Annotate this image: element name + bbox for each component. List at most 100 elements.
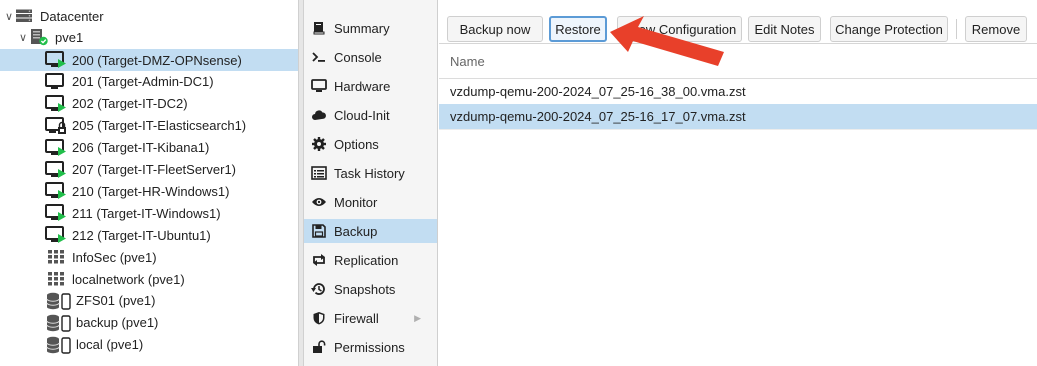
tree-item[interactable]: ZFS01 (pve1) — [0, 290, 298, 312]
change-protection-button[interactable]: Change Protection — [830, 16, 948, 42]
nav-item-monitor[interactable]: Monitor — [304, 190, 437, 214]
tree-item[interactable]: 211 (Target-IT-Windows1) — [0, 202, 298, 224]
vm-running-icon — [45, 226, 67, 244]
vm-locked-icon — [45, 116, 67, 135]
edit-notes-button[interactable]: Edit Notes — [748, 16, 821, 42]
nav-item-label: Backup — [334, 223, 378, 239]
tree-row-datacenter[interactable]: ∨ Datacenter — [0, 5, 298, 27]
resource-tree: ∨ Datacenter ∨ pve1 200 (Target-DMZ-OPNs… — [0, 0, 298, 366]
eye-icon — [311, 194, 327, 210]
nav-item-label: Options — [334, 136, 379, 152]
column-header-name[interactable]: Name — [450, 54, 485, 69]
nav-item-permissions[interactable]: Permissions — [304, 335, 437, 359]
tree-item-label: localnetwork (pve1) — [72, 271, 185, 287]
tree-item-label: 210 (Target-HR-Windows1) — [72, 183, 230, 199]
tree-item[interactable]: 212 (Target-IT-Ubuntu1) — [0, 224, 298, 246]
nav-item-firewall[interactable]: Firewall ▶ — [304, 306, 437, 330]
cloud-icon — [311, 107, 327, 123]
backup-file-name: vzdump-qemu-200-2024_07_25-16_17_07.vma.… — [450, 109, 746, 124]
tree-item-label: backup (pve1) — [76, 315, 159, 331]
tree-item-label: 207 (Target-IT-FleetServer1) — [72, 162, 237, 177]
nav-item-hardware[interactable]: Hardware — [304, 74, 437, 98]
tree-label-node: pve1 — [55, 29, 84, 45]
tree-item-label: InfoSec (pve1) — [72, 249, 157, 265]
chevron-down-icon[interactable]: ∨ — [18, 31, 28, 44]
tree-item-label: 211 (Target-IT-Windows1) — [72, 205, 221, 221]
nav-item-label: Snapshots — [334, 281, 396, 297]
floppy-icon — [311, 223, 327, 239]
terminal-icon — [311, 49, 327, 65]
vm-running-icon — [45, 204, 67, 222]
tree-item[interactable]: 210 (Target-HR-Windows1) — [0, 180, 298, 202]
remove-button[interactable]: Remove — [965, 16, 1027, 42]
storage-icon — [45, 314, 73, 332]
unlock-icon — [311, 339, 327, 355]
backup-row[interactable]: vzdump-qemu-200-2024_07_25-16_38_00.vma.… — [439, 79, 1037, 105]
vm-nav-menu: Summary Console Hardware Cloud-Init Options T… — [304, 0, 438, 366]
submenu-arrow-icon: ▶ — [414, 312, 421, 323]
nav-item-label: Task History — [334, 165, 405, 181]
backup-now-button[interactable]: Backup now — [447, 16, 543, 42]
nav-item-summary[interactable]: Summary — [304, 16, 437, 40]
show-configuration-button[interactable]: Show Configuration — [617, 16, 742, 42]
tree-item[interactable]: localnetwork (pve1) — [0, 268, 298, 290]
datacenter-icon — [13, 7, 35, 25]
nav-item-snapshots[interactable]: Snapshots — [304, 277, 437, 301]
nav-item-label: Permissions — [334, 339, 405, 355]
tree-item-label: 212 (Target-IT-Ubuntu1) — [72, 227, 211, 243]
tree-item[interactable]: InfoSec (pve1) — [0, 246, 298, 268]
shield-icon — [311, 310, 327, 326]
tree-item[interactable]: local (pve1) — [0, 334, 298, 356]
tree-label-datacenter: Datacenter — [40, 8, 104, 24]
book-icon — [311, 20, 327, 36]
nav-item-label: Firewall — [334, 310, 379, 326]
nav-item-label: Summary — [334, 20, 390, 36]
vm-running-icon — [45, 94, 67, 113]
vm-running-icon — [45, 138, 67, 157]
tree-item[interactable]: backup (pve1) — [0, 312, 298, 334]
tree-item[interactable]: 206 (Target-IT-Kibana1) — [0, 137, 298, 159]
tree-item[interactable]: 202 (Target-IT-DC2) — [0, 93, 298, 115]
tree-item[interactable]: 200 (Target-DMZ-OPNsense) — [0, 49, 298, 71]
sdn-zone-icon — [45, 248, 67, 266]
tree-item[interactable]: 201 (Target-Admin-DC1) — [0, 71, 298, 93]
nav-item-label: Cloud-Init — [334, 107, 390, 123]
vm-running-icon — [45, 182, 67, 200]
nav-item-options[interactable]: Options — [304, 132, 437, 156]
list-icon — [311, 165, 327, 181]
node-online-icon — [28, 28, 50, 46]
backup-panel: Backup now Restore Show Configuration Ed… — [439, 0, 1037, 366]
gear-icon — [311, 136, 327, 152]
vm-running-icon — [45, 51, 67, 69]
nav-item-label: Hardware — [334, 78, 391, 94]
tree-item-label: 202 (Target-IT-DC2) — [72, 96, 188, 112]
storage-icon — [45, 292, 73, 310]
tree-item-label: local (pve1) — [76, 337, 144, 353]
nav-item-label: Console — [334, 49, 382, 65]
sdn-zone-icon — [45, 270, 67, 288]
tree-item[interactable]: 205 (Target-IT-Elasticsearch1) — [0, 115, 298, 137]
vm-running-icon — [45, 160, 67, 179]
nav-item-console[interactable]: Console — [304, 45, 437, 69]
tree-item-label: 205 (Target-IT-Elasticsearch1) — [72, 118, 247, 134]
tree-item[interactable]: 207 (Target-IT-FleetServer1) — [0, 159, 298, 181]
tree-row-node[interactable]: ∨ pve1 — [0, 26, 298, 48]
toolbar-separator — [956, 19, 957, 39]
nav-item-label: Replication — [334, 252, 399, 268]
tree-item-label: 200 (Target-DMZ-OPNsense) — [72, 52, 242, 68]
nav-item-label: Monitor — [334, 194, 378, 210]
vm-stopped-icon — [45, 72, 67, 91]
nav-item-replication[interactable]: Replication — [304, 248, 437, 272]
tree-item-label: 201 (Target-Admin-DC1) — [72, 74, 214, 90]
monitor-icon — [311, 78, 327, 94]
storage-icon — [45, 336, 73, 354]
history-icon — [311, 281, 327, 297]
backup-file-name: vzdump-qemu-200-2024_07_25-16_38_00.vma.… — [450, 84, 746, 99]
nav-item-task-history[interactable]: Task History — [304, 161, 437, 185]
nav-item-backup[interactable]: Backup — [304, 219, 437, 243]
backup-row[interactable]: vzdump-qemu-200-2024_07_25-16_17_07.vma.… — [439, 104, 1037, 130]
nav-item-cloud-init[interactable]: Cloud-Init — [304, 103, 437, 127]
tree-item-label: ZFS01 (pve1) — [76, 293, 156, 309]
retweet-icon — [311, 252, 327, 268]
restore-button[interactable]: Restore — [549, 16, 607, 42]
